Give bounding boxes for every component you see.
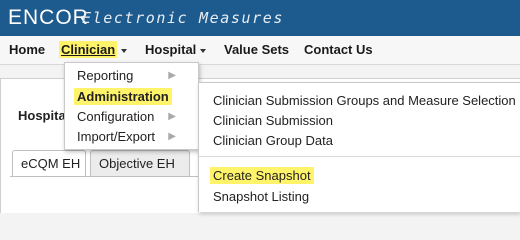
menu-item-import-export[interactable]: Import/Export xyxy=(77,129,155,145)
submenu-item-label: Snapshot Listing xyxy=(213,189,310,204)
submenu-item-snapshot-listing[interactable]: Snapshot Listing xyxy=(213,189,309,205)
nav-hospital-label: Hospital xyxy=(145,42,197,57)
nav-value-sets-label: Value Sets xyxy=(224,42,290,57)
nav-value-sets[interactable]: Value Sets xyxy=(224,42,289,58)
menu-item-reporting[interactable]: Reporting xyxy=(77,68,133,84)
nav-contact-us[interactable]: Contact Us xyxy=(304,42,373,58)
menu-item-configuration[interactable]: Configuration xyxy=(77,109,154,125)
menu-item-label: Administration xyxy=(74,88,172,105)
tab-objective-eh[interactable]: Objective EH xyxy=(90,150,190,176)
nav-contact-us-label: Contact Us xyxy=(304,42,373,57)
nav-hospital[interactable]: Hospital xyxy=(145,42,207,58)
chevron-down-icon xyxy=(200,48,207,53)
nav-home-label: Home xyxy=(9,42,46,57)
menu-item-label: Reporting xyxy=(77,68,134,83)
submenu-item-label: Create Snapshot xyxy=(210,167,314,184)
administration-submenu: Clinician Submission Groups and Measure … xyxy=(198,82,520,212)
submenu-item-submission-groups[interactable]: Clinician Submission Groups and Measure … xyxy=(213,93,516,109)
main-nav: Home Clinician Hospital Value Sets Conta… xyxy=(0,36,520,65)
menu-item-label: Configuration xyxy=(77,109,155,124)
nav-clinician-label: Clinician xyxy=(59,41,118,58)
submenu-item-label: Clinician Submission Groups and Measure … xyxy=(213,93,516,108)
page-title: Hospita xyxy=(18,108,66,123)
tab-ecqm-eh[interactable]: eCQM EH xyxy=(12,150,86,176)
chevron-right-icon: ▶ xyxy=(168,70,176,81)
submenu-item-label: Clinician Submission xyxy=(213,113,333,128)
chevron-right-icon: ▶ xyxy=(168,131,176,142)
submenu-item-label: Clinician Group Data xyxy=(213,133,333,148)
brand-logo[interactable]: ENCOR xyxy=(8,7,89,29)
brand-bar: ENCOR Electronic Measures xyxy=(0,0,520,36)
submenu-item-clinician-group-data[interactable]: Clinician Group Data xyxy=(213,133,333,149)
brand-subtitle: Electronic Measures xyxy=(82,9,284,27)
chevron-down-icon xyxy=(121,48,128,53)
menu-item-label: Import/Export xyxy=(77,129,156,144)
nav-clinician[interactable]: Clinician xyxy=(59,41,128,58)
menu-item-administration[interactable]: Administration xyxy=(74,88,172,105)
chevron-right-icon: ▶ xyxy=(168,111,176,122)
submenu-item-clinician-submission[interactable]: Clinician Submission xyxy=(213,113,333,129)
clinician-dropdown-menu: Reporting ▶ Administration Configuration… xyxy=(64,62,199,150)
submenu-item-create-snapshot[interactable]: Create Snapshot xyxy=(210,167,314,184)
menu-divider xyxy=(199,156,520,157)
nav-home[interactable]: Home xyxy=(9,42,45,58)
